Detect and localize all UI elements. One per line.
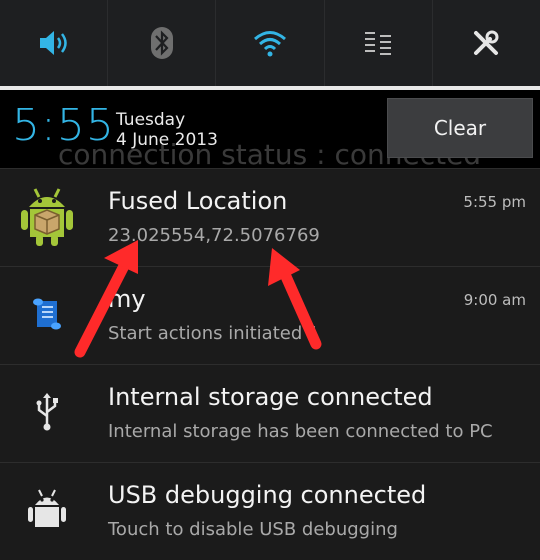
notification-text: Touch to disable USB debugging <box>108 519 398 540</box>
settings-toggle[interactable] <box>433 0 540 86</box>
volume-toggle[interactable] <box>0 0 109 86</box>
notification-text: Start actions initiated 1 <box>108 323 320 344</box>
usb-icon <box>14 379 80 445</box>
notification-internal-storage[interactable]: Internal storage connected Internal stor… <box>0 364 540 462</box>
quick-settings-bar <box>0 0 540 86</box>
notification-title: Internal storage connected <box>108 383 433 411</box>
wifi-toggle[interactable] <box>216 0 325 86</box>
notification-fused-location[interactable]: Fused Location 23.025554,72.5076769 5:55… <box>0 168 540 266</box>
clear-button[interactable]: Clear <box>387 98 533 158</box>
status-header: connection status : connected 5:55 Tuesd… <box>0 90 540 168</box>
speaker-icon <box>39 31 67 55</box>
notification-title: USB debugging connected <box>108 481 427 509</box>
settings-list-icon <box>365 32 392 55</box>
notification-time: 5:55 pm <box>463 193 526 211</box>
notification-time: 9:00 am <box>463 291 526 309</box>
tools-icon <box>474 30 499 55</box>
notification-title: my <box>108 285 146 313</box>
notification-my[interactable]: my Start actions initiated 1 9:00 am <box>0 266 540 364</box>
bluetooth-toggle[interactable] <box>108 0 217 86</box>
notification-list: Fused Location 23.025554,72.5076769 5:55… <box>0 168 540 560</box>
clock-day: Tuesday <box>116 110 186 130</box>
clock-time: 5:55 <box>12 100 115 151</box>
android-icon <box>14 477 80 543</box>
data-toggle[interactable] <box>325 0 433 86</box>
notification-usb-debugging[interactable]: USB debugging connected Touch to disable… <box>0 462 540 560</box>
bluetooth-icon <box>150 27 173 59</box>
notification-text: Internal storage has been connected to P… <box>108 421 493 442</box>
android-box-icon <box>14 183 80 249</box>
clock-date: 4 June 2013 <box>116 130 218 150</box>
wifi-icon <box>254 31 286 57</box>
notification-text: 23.025554,72.5076769 <box>108 225 320 246</box>
notification-title: Fused Location <box>108 187 288 215</box>
scroll-icon <box>14 281 80 347</box>
